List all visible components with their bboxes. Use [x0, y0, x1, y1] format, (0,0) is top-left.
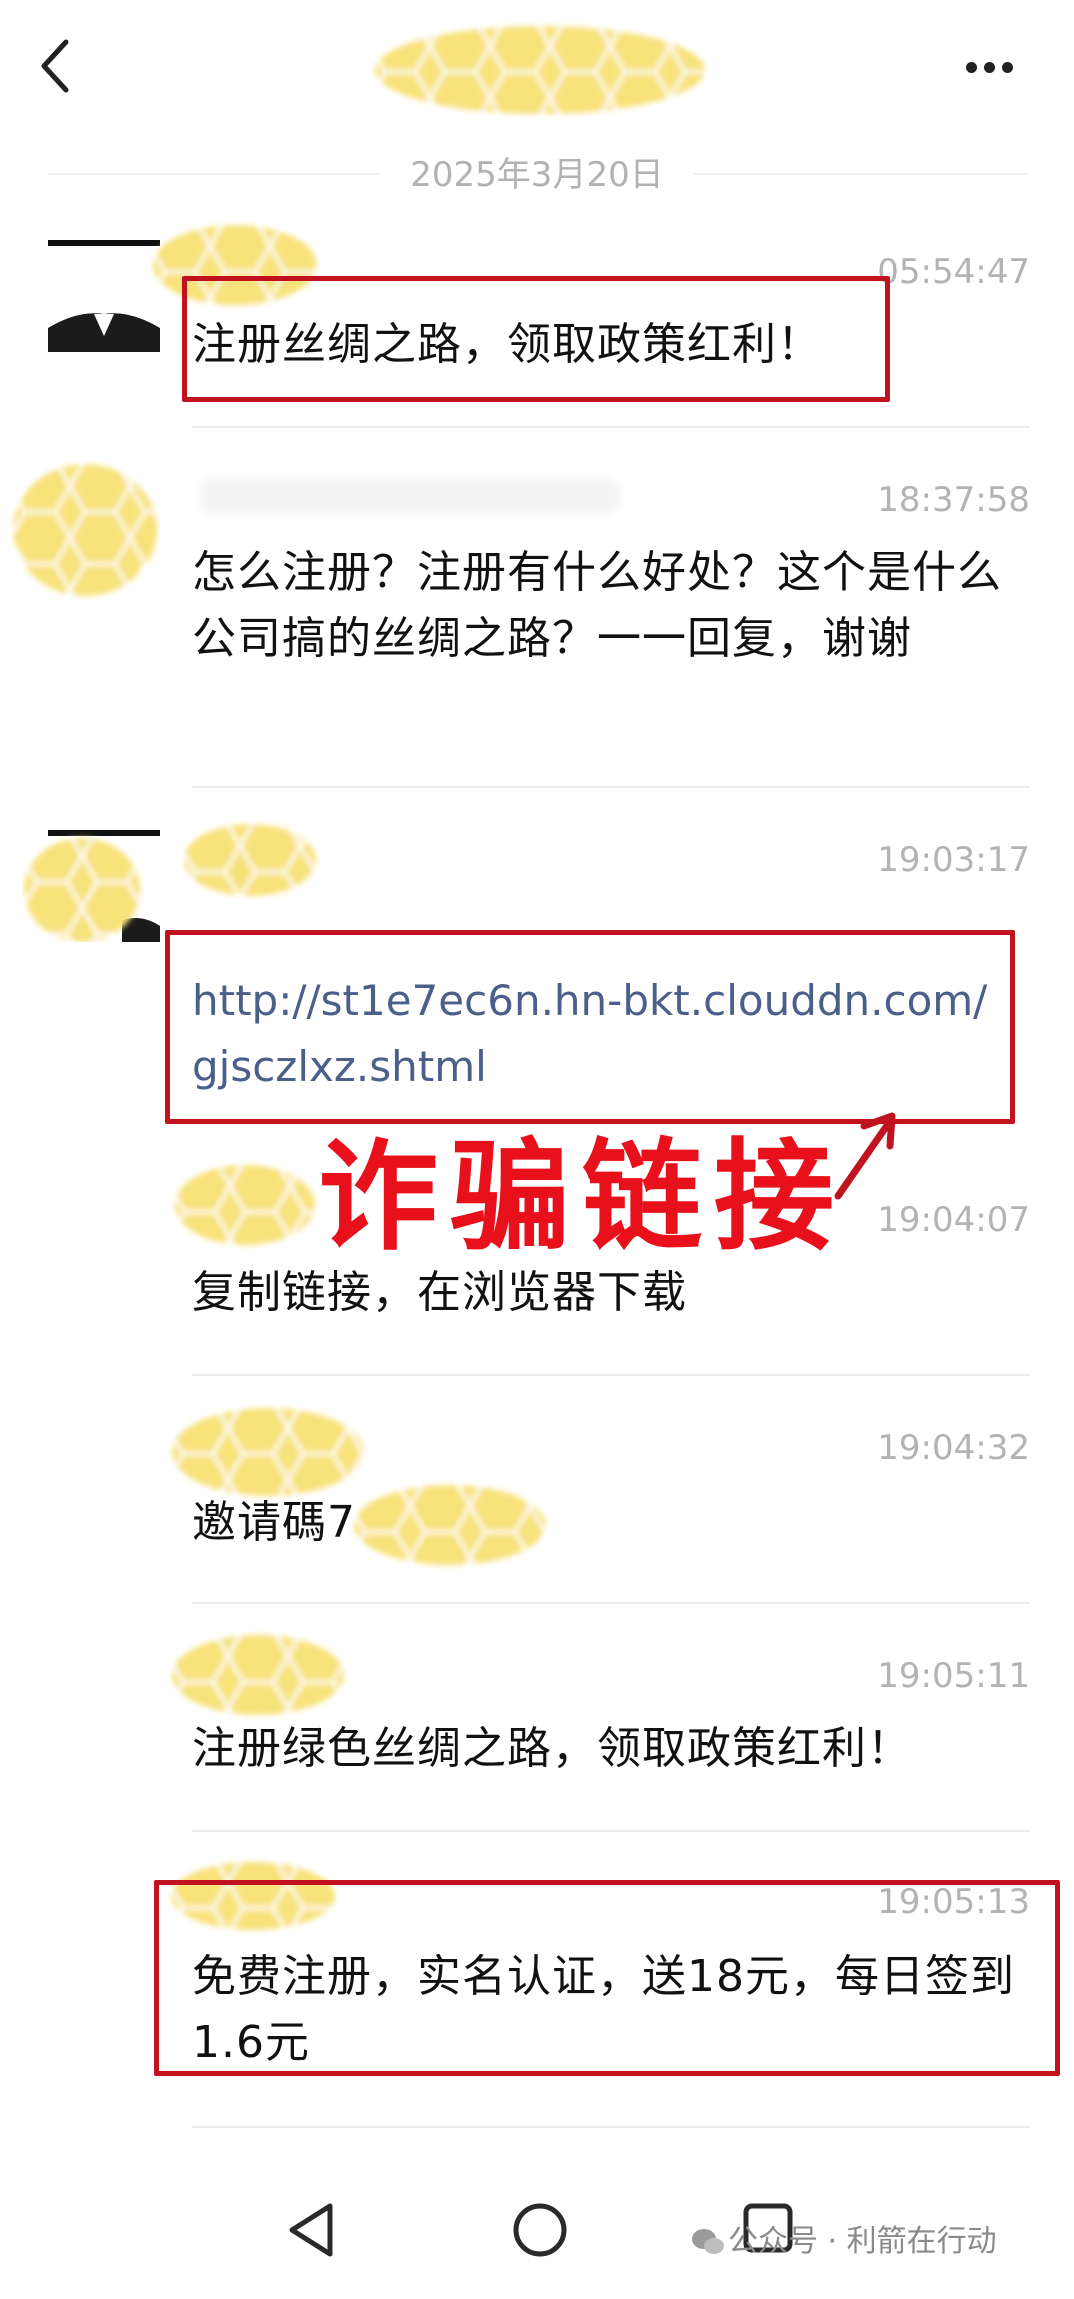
- message-divider: [192, 1374, 1030, 1376]
- message-time: 18:37:58: [877, 480, 1030, 520]
- sender-name-redacted: [172, 1635, 344, 1715]
- message-divider: [192, 1830, 1030, 1832]
- avatar: [24, 830, 160, 942]
- message-text: 邀请碼7: [192, 1497, 356, 1548]
- date-separator: 2025年3月20日: [380, 150, 694, 200]
- avatar-redacted: [13, 464, 157, 596]
- wechat-icon: [692, 2229, 724, 2254]
- message-time: 19:04:07: [877, 1200, 1030, 1240]
- sender-name-redacted: [172, 1408, 364, 1496]
- message-divider: [192, 426, 1030, 428]
- message-time: 19:05:11: [877, 1656, 1030, 1696]
- message-divider: [192, 2126, 1030, 2128]
- sender-name-redacted: [200, 478, 620, 514]
- home-nav-icon[interactable]: [510, 2200, 570, 2260]
- sender-name-redacted: [184, 824, 316, 896]
- sender-name-redacted: [175, 1165, 315, 1245]
- message-text: 复制链接，在浏览器下载: [192, 1267, 687, 1318]
- message-divider: [192, 1602, 1030, 1604]
- back-icon[interactable]: [36, 36, 76, 96]
- highlight-box: [154, 1880, 1060, 2076]
- message-time: 19:03:17: [877, 840, 1030, 880]
- chat-title-redacted: [375, 26, 705, 114]
- avatar: [48, 240, 160, 352]
- invite-code-redacted: [354, 1485, 546, 1565]
- highlight-box: [165, 930, 1015, 1124]
- fraud-link-annotation: 诈骗链接: [318, 1128, 846, 1267]
- message-time: 19:04:32: [877, 1428, 1030, 1468]
- more-options-icon[interactable]: [966, 58, 1022, 74]
- message-divider: [192, 786, 1030, 788]
- back-nav-icon[interactable]: [284, 2200, 340, 2260]
- watermark: 公众号 · 利箭在行动: [728, 2224, 997, 2259]
- message-time: 05:54:47: [877, 252, 1030, 292]
- arrow-icon: [834, 1112, 896, 1200]
- highlight-box: [182, 276, 890, 402]
- message-text: 怎么注册？注册有什么好处？这个是什么公司搞的丝绸之路？一一回复，谢谢: [192, 547, 1002, 664]
- message-text: 注册绿色丝绸之路，领取政策红利！: [192, 1723, 912, 1774]
